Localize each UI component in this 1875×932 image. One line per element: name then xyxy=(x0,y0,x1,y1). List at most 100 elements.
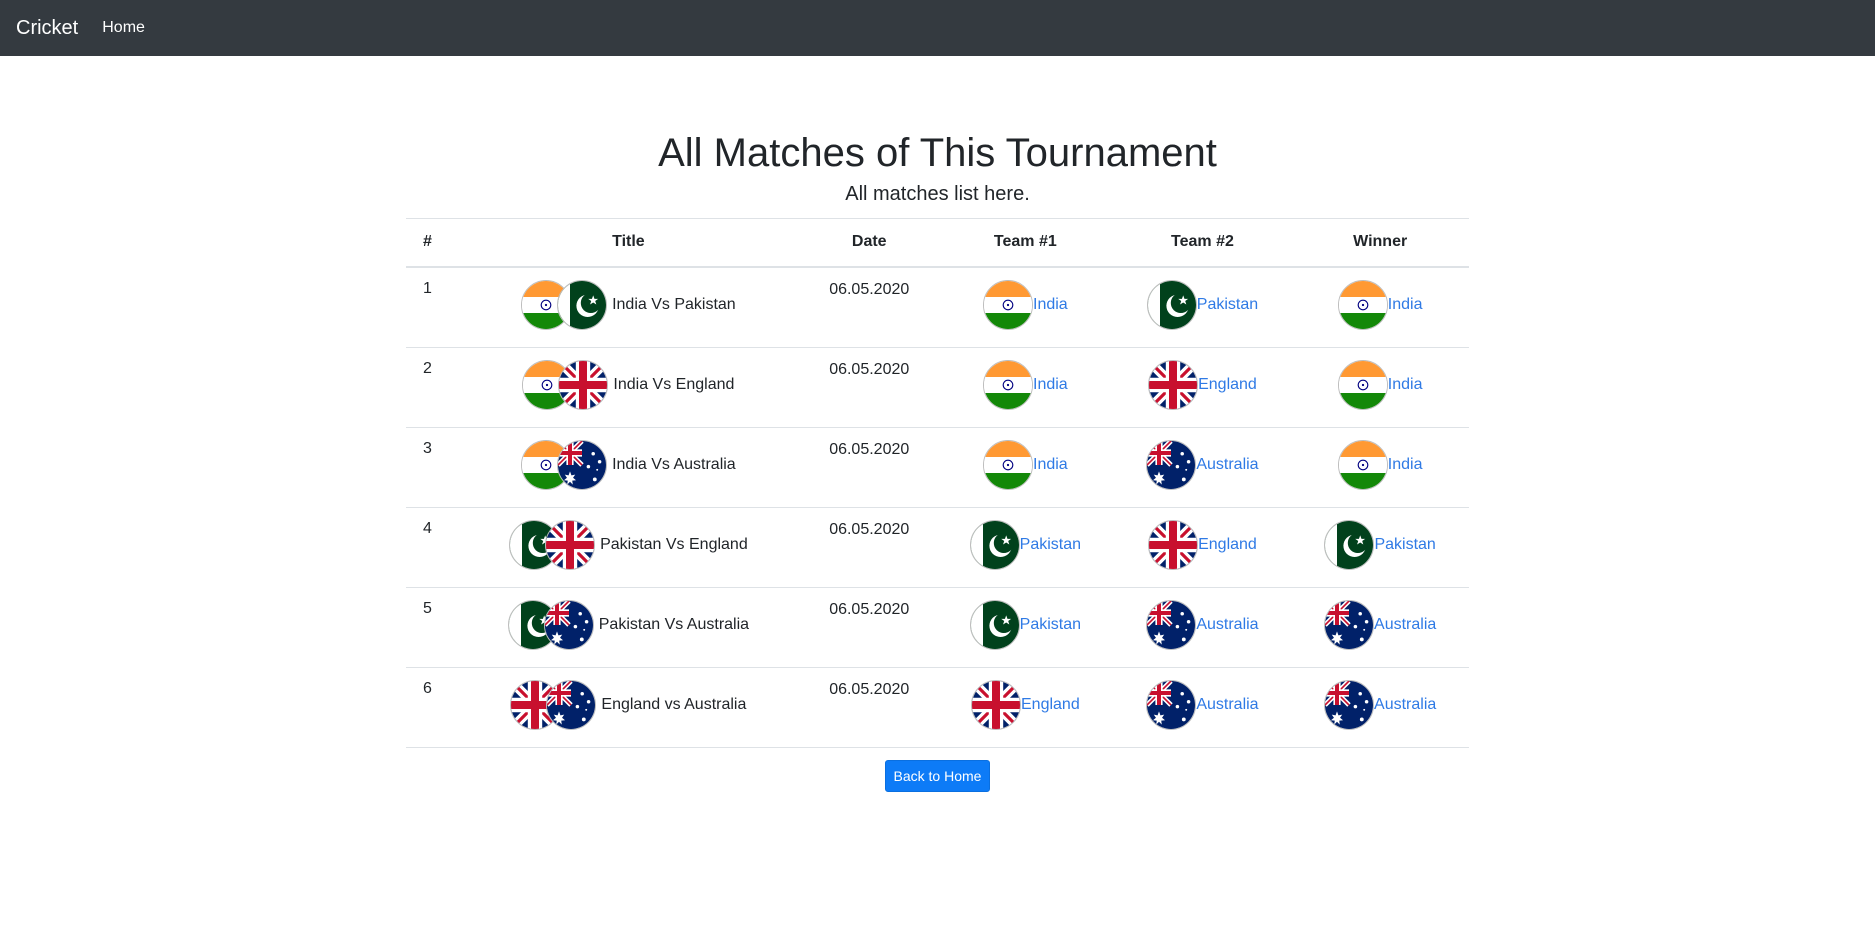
england-flag-icon xyxy=(1148,360,1199,410)
pakistan-flag-icon xyxy=(1146,280,1197,330)
team1-cell: India xyxy=(937,266,1114,348)
team2-link[interactable]: Australia xyxy=(1196,616,1258,634)
england-flag-icon xyxy=(558,360,609,410)
team2-link[interactable]: Australia xyxy=(1196,696,1258,714)
match-title: India Vs Pakistan xyxy=(612,296,736,313)
winner-link[interactable]: India xyxy=(1388,296,1423,314)
team1-link[interactable]: England xyxy=(1021,696,1080,714)
pakistan-flag-icon xyxy=(557,280,608,330)
team1-link[interactable]: Pakistan xyxy=(1020,536,1081,554)
australia-flag-icon xyxy=(1146,600,1197,650)
team1-cell: India xyxy=(937,427,1114,508)
australia-flag-icon xyxy=(557,440,608,490)
column-header-winner: Winner xyxy=(1291,218,1469,268)
india-flag-icon xyxy=(983,440,1033,490)
team1-link[interactable]: India xyxy=(1033,456,1068,474)
match-date: 06.05.2020 xyxy=(801,427,938,508)
winner-cell: India xyxy=(1291,266,1469,348)
india-flag-icon xyxy=(1337,280,1388,330)
match-title: Pakistan Vs England xyxy=(600,536,748,553)
australia-flag-icon xyxy=(1146,440,1197,490)
winner-cell: India xyxy=(1291,427,1469,508)
team2-cell: Pakistan xyxy=(1113,266,1292,348)
winner-cell: Australia xyxy=(1291,667,1469,748)
column-header-team1: Team #1 xyxy=(937,218,1114,268)
nav-home-link[interactable]: Home xyxy=(102,19,145,37)
team1-cell: India xyxy=(937,347,1114,428)
table-row: 1 India Vs Pakistan 06.05.2020 India Pak… xyxy=(406,266,1469,348)
team2-cell: Australia xyxy=(1113,427,1292,508)
match-title-cell: India Vs England xyxy=(455,347,802,428)
match-date: 06.05.2020 xyxy=(801,667,938,748)
england-flag-icon xyxy=(1148,520,1199,570)
winner-link[interactable]: Australia xyxy=(1374,696,1436,714)
team2-cell: Australia xyxy=(1113,587,1292,668)
match-flags xyxy=(509,520,596,570)
row-number: 6 xyxy=(406,667,456,748)
column-header-date: Date xyxy=(801,218,938,268)
winner-link[interactable]: Australia xyxy=(1374,616,1436,634)
column-header-team2: Team #2 xyxy=(1113,218,1292,268)
match-date: 06.05.2020 xyxy=(801,587,938,668)
australia-flag-icon xyxy=(1324,680,1375,730)
match-flags xyxy=(521,280,608,330)
page-title: All Matches of This Tournament xyxy=(658,131,1217,175)
england-flag-icon xyxy=(971,680,1021,730)
australia-flag-icon xyxy=(543,600,594,650)
team2-link[interactable]: Pakistan xyxy=(1197,296,1258,314)
team2-cell: England xyxy=(1113,347,1292,428)
page-subtitle: All matches list here. xyxy=(845,183,1030,205)
match-title-cell: Pakistan Vs Australia xyxy=(455,587,802,668)
match-flags xyxy=(507,600,594,650)
main-content: All Matches of This Tournament All match… xyxy=(406,129,1469,792)
match-flags xyxy=(521,440,608,490)
india-flag-icon xyxy=(1337,360,1388,410)
match-title-cell: England vs Australia xyxy=(455,667,802,748)
match-flags xyxy=(510,680,597,730)
team2-cell: England xyxy=(1113,507,1292,588)
matches-table: # Title Date Team #1 Team #2 Winner 1 In… xyxy=(406,218,1469,748)
match-title-cell: Pakistan Vs England xyxy=(455,507,802,588)
table-row: 2 India Vs England 06.05.2020 India Engl… xyxy=(406,347,1469,428)
winner-link[interactable]: India xyxy=(1388,376,1423,394)
pakistan-flag-icon xyxy=(1324,520,1375,570)
team1-link[interactable]: Pakistan xyxy=(1020,616,1081,634)
team2-link[interactable]: England xyxy=(1198,536,1257,554)
row-number: 2 xyxy=(406,347,456,428)
winner-cell: Pakistan xyxy=(1291,507,1469,588)
match-flags xyxy=(522,360,609,410)
england-flag-icon xyxy=(545,520,596,570)
table-body: 1 India Vs Pakistan 06.05.2020 India Pak… xyxy=(406,266,1469,748)
winner-cell: Australia xyxy=(1291,587,1469,668)
row-number: 4 xyxy=(406,507,456,588)
navbar-brand[interactable]: Cricket xyxy=(16,17,78,40)
navbar: Cricket Home xyxy=(0,0,1875,56)
team1-link[interactable]: India xyxy=(1033,376,1068,394)
australia-flag-icon xyxy=(1324,600,1375,650)
match-date: 06.05.2020 xyxy=(801,347,938,428)
pakistan-flag-icon xyxy=(969,520,1020,570)
australia-flag-icon xyxy=(1146,680,1197,730)
match-date: 06.05.2020 xyxy=(801,266,938,348)
match-title-cell: India Vs Pakistan xyxy=(455,266,802,348)
winner-link[interactable]: India xyxy=(1388,456,1423,474)
match-title: Pakistan Vs Australia xyxy=(598,616,750,633)
team1-cell: England xyxy=(937,667,1114,748)
australia-flag-icon xyxy=(546,680,597,730)
team2-link[interactable]: Australia xyxy=(1196,456,1258,474)
column-header-title: Title xyxy=(455,218,802,268)
team1-link[interactable]: India xyxy=(1033,296,1068,314)
india-flag-icon xyxy=(983,280,1033,330)
team2-link[interactable]: England xyxy=(1198,376,1257,394)
column-header-number: # xyxy=(406,218,456,268)
pakistan-flag-icon xyxy=(969,600,1020,650)
back-to-home-button[interactable]: Back to Home xyxy=(884,760,991,792)
winner-link[interactable]: Pakistan xyxy=(1374,536,1435,554)
row-number: 3 xyxy=(406,427,456,508)
table-row: 5 Pakistan Vs Australia 06.05.2020 Pakis… xyxy=(406,587,1469,668)
table-row: 4 Pakistan Vs England 06.05.2020 Pakista… xyxy=(406,507,1469,588)
match-title-cell: India Vs Australia xyxy=(455,427,802,508)
india-flag-icon xyxy=(983,360,1033,410)
team2-cell: Australia xyxy=(1113,667,1292,748)
match-title: India Vs England xyxy=(613,376,735,393)
